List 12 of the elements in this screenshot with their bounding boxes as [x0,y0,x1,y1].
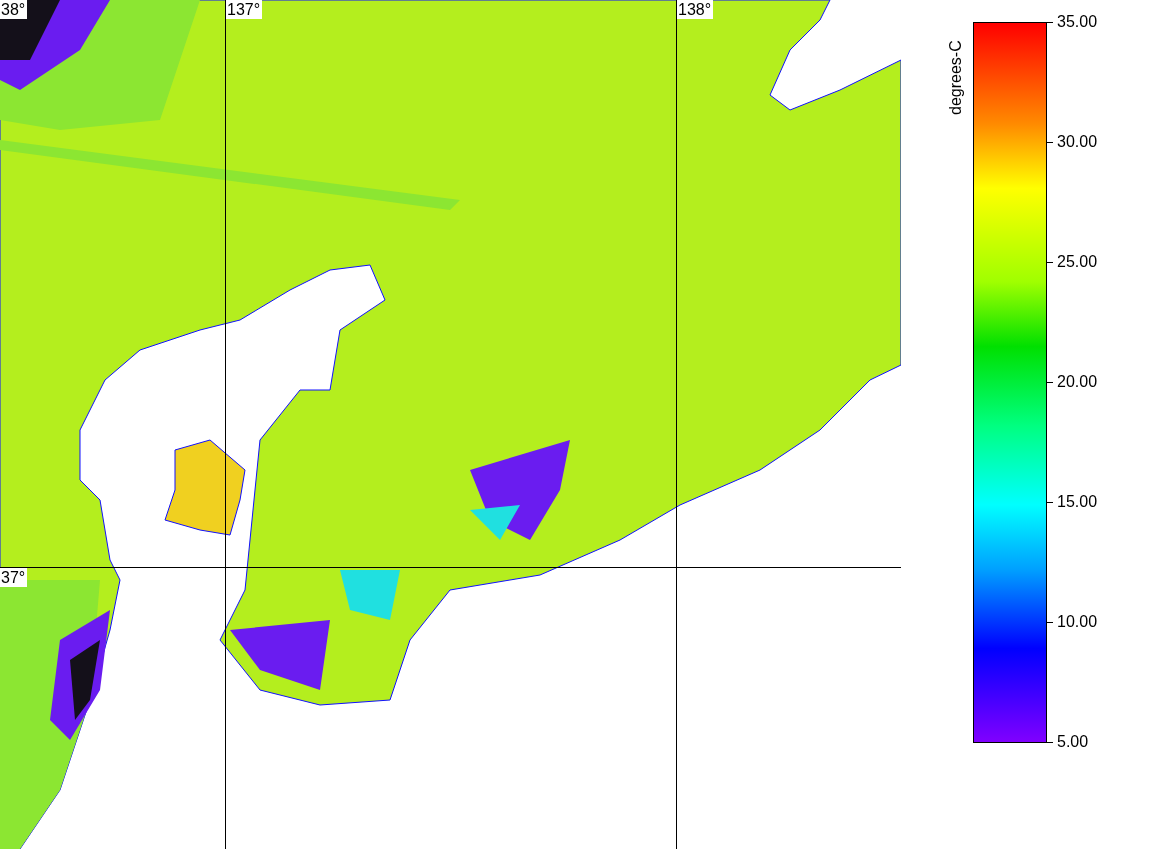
grid-label: 37° [0,568,28,587]
colorbar-title: degrees-C [947,39,965,115]
colorbar-tick-label: 20.00 [1057,373,1098,391]
colorbar-tick-label: 10.00 [1057,613,1098,631]
colorbar-tick-label: 35.00 [1057,13,1098,31]
colorbar-tick-label: 5.00 [1057,733,1089,751]
colorbar-tick-label: 25.00 [1057,253,1098,271]
grid-label: 138° [677,0,714,19]
grid-label: 137° [226,0,263,19]
grid-label: 38° [0,0,28,19]
colorbar-tick-label: 30.00 [1057,133,1098,151]
colorbar-tick-label: 15.00 [1057,493,1098,511]
